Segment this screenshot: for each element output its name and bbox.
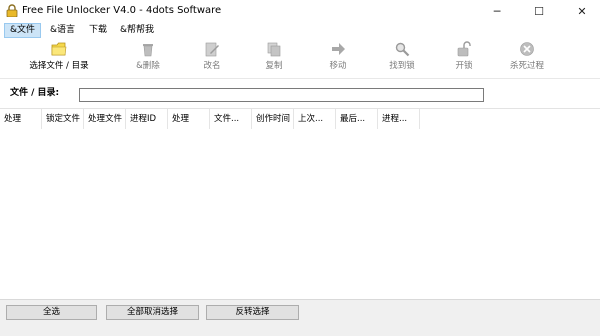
select-file-dir-button[interactable]: 选择文件 / 目录 (20, 39, 98, 79)
column-header[interactable]: 进程... (378, 109, 420, 129)
copy-button[interactable]: 复制 (254, 39, 294, 79)
delete-button[interactable]: &删除 (128, 39, 168, 79)
title-bar: Free File Unlocker V4.0 - 4dots Software… (0, 0, 600, 22)
magnifier-icon (395, 42, 410, 57)
path-bar: 文件 / 目录: (0, 80, 600, 106)
copy-label: 复制 (265, 61, 283, 71)
kill-process-label: 杀死过程 (509, 61, 544, 71)
column-header[interactable]: 最后... (336, 109, 378, 129)
find-lock-button[interactable]: 找到锁 (380, 39, 424, 79)
select-all-button[interactable]: 全选 (6, 305, 97, 320)
find-lock-label: 找到锁 (389, 61, 415, 71)
menu-bar: &文件 &语言 下载 &帮帮我 (0, 22, 600, 39)
padlock-app-icon (6, 4, 18, 17)
invert-selection-button[interactable]: 反转选择 (206, 305, 299, 320)
deselect-all-button[interactable]: 全部取消选择 (106, 305, 199, 320)
maximize-button[interactable]: ☐ (522, 0, 556, 22)
window-title: Free File Unlocker V4.0 - 4dots Software (22, 5, 222, 16)
column-header[interactable]: 处理文件 (84, 109, 126, 129)
menu-file[interactable]: &文件 (4, 23, 42, 38)
path-input[interactable] (79, 88, 484, 102)
select-file-dir-label: 选择文件 / 目录 (29, 61, 89, 71)
column-header[interactable]: 锁定文件 (42, 109, 84, 129)
column-header[interactable]: 进程ID (126, 109, 168, 129)
unlock-button[interactable]: 开锁 (444, 39, 484, 79)
locked-files-table[interactable]: 处理 锁定文件 处理文件 进程ID 处理 文件... 创作时间 上次... 最后… (0, 108, 600, 299)
menu-download[interactable]: 下载 (84, 23, 112, 38)
move-button[interactable]: 移动 (318, 39, 358, 79)
kill-process-icon (520, 42, 534, 56)
unlock-icon (457, 41, 471, 57)
rename-icon (205, 42, 219, 57)
toolbar: 选择文件 / 目录 ▼ &删除 改名 复制 移动 找到锁 (0, 39, 600, 103)
move-arrow-icon (332, 43, 345, 55)
move-label: 移动 (329, 61, 347, 71)
close-button[interactable]: ✕ (565, 0, 599, 22)
column-header[interactable]: 处理 (0, 109, 42, 129)
column-header[interactable]: 创作时间 (252, 109, 294, 129)
copy-icon (267, 42, 281, 57)
column-header[interactable]: 处理 (168, 109, 210, 129)
menu-language[interactable]: &语言 (45, 23, 80, 38)
rename-button[interactable]: 改名 (192, 39, 232, 79)
column-header[interactable]: 上次... (294, 109, 336, 129)
minimize-button[interactable]: ─ (480, 0, 514, 22)
column-header[interactable]: 文件... (210, 109, 252, 129)
folder-icon (51, 42, 67, 56)
trash-icon (143, 44, 153, 57)
bottom-action-bar: 全选 全部取消选择 反转选择 (0, 299, 600, 336)
rename-label: 改名 (203, 61, 221, 71)
unlock-label: 开锁 (455, 61, 473, 71)
kill-process-button[interactable]: 杀死过程 (502, 39, 552, 79)
menu-help[interactable]: &帮帮我 (115, 23, 159, 38)
delete-label: &删除 (136, 61, 160, 71)
path-label: 文件 / 目录: (10, 88, 60, 98)
